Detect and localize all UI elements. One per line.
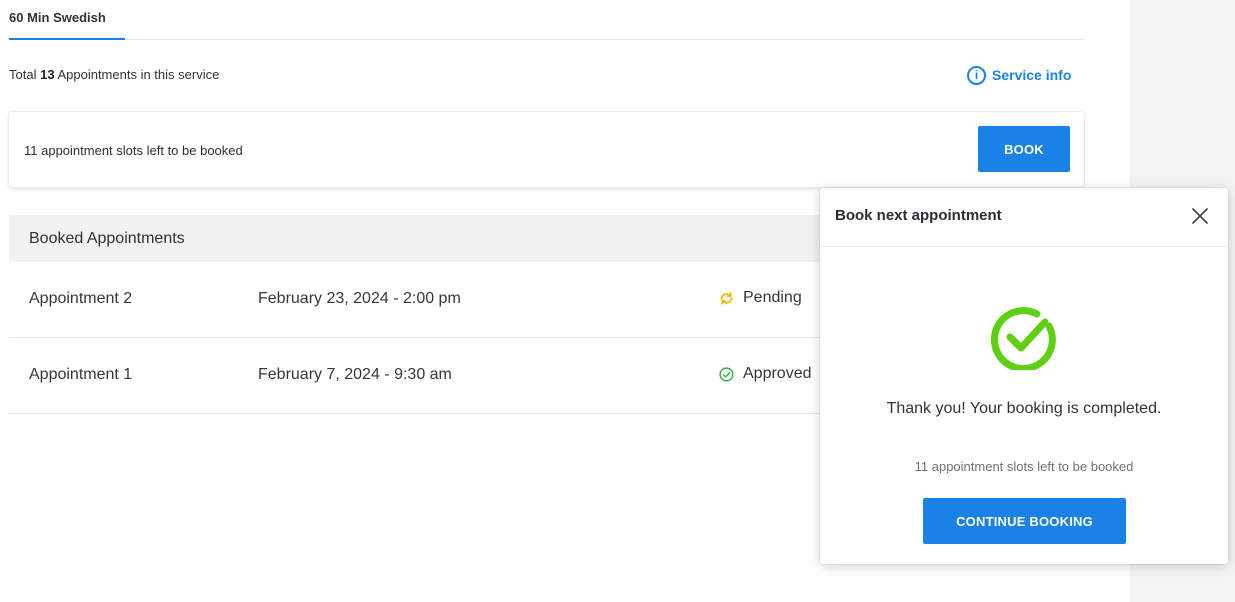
appointment-date: February 7, 2024 - 9:30 am [258, 366, 452, 383]
appointment-name: Appointment 2 [29, 290, 133, 307]
continue-booking-button[interactable]: CONTINUE BOOKING [923, 498, 1126, 544]
tabs-divider [9, 39, 1084, 40]
status-label: Pending [743, 289, 802, 306]
info-icon: i [967, 65, 986, 85]
close-icon[interactable] [1190, 206, 1210, 226]
slots-left-text: 11 appointment slots left to be booked [24, 143, 243, 158]
book-button[interactable]: BOOK [978, 126, 1070, 172]
active-tab-indicator [9, 38, 125, 40]
appointment-date: February 23, 2024 - 2:00 pm [258, 290, 461, 307]
status-label: Approved [743, 365, 812, 382]
check-circle-icon [990, 307, 1056, 370]
sync-icon [720, 291, 733, 305]
slots-card: 11 appointment slots left to be booked B… [9, 112, 1084, 187]
service-info-label: Service info [992, 67, 1072, 83]
appointment-status: Approved [718, 365, 812, 383]
appointments-summary: Total 13 Appointments in this service [9, 67, 219, 82]
tab-60-min-swedish[interactable]: 60 Min Swedish [9, 10, 106, 25]
service-info-link[interactable]: i Service info [967, 63, 1071, 87]
popup-divider [820, 246, 1228, 247]
appointment-status: Pending [718, 289, 802, 307]
booking-confirmation-message: Thank you! Your booking is completed. [886, 400, 1162, 417]
check-circle-icon [719, 366, 734, 382]
booked-appointments-title: Booked Appointments [29, 229, 185, 247]
appointment-name: Appointment 1 [29, 366, 133, 383]
summary-prefix: Total [9, 67, 37, 82]
popup-title: Book next appointment [835, 207, 1002, 224]
appointments-count: 13 [40, 67, 55, 82]
book-next-appointment-popup: Book next appointment Thank you! Your bo… [820, 188, 1228, 564]
popup-slots-left-text: 11 appointment slots left to be booked [914, 459, 1134, 474]
summary-suffix: Appointments in this service [57, 67, 220, 82]
